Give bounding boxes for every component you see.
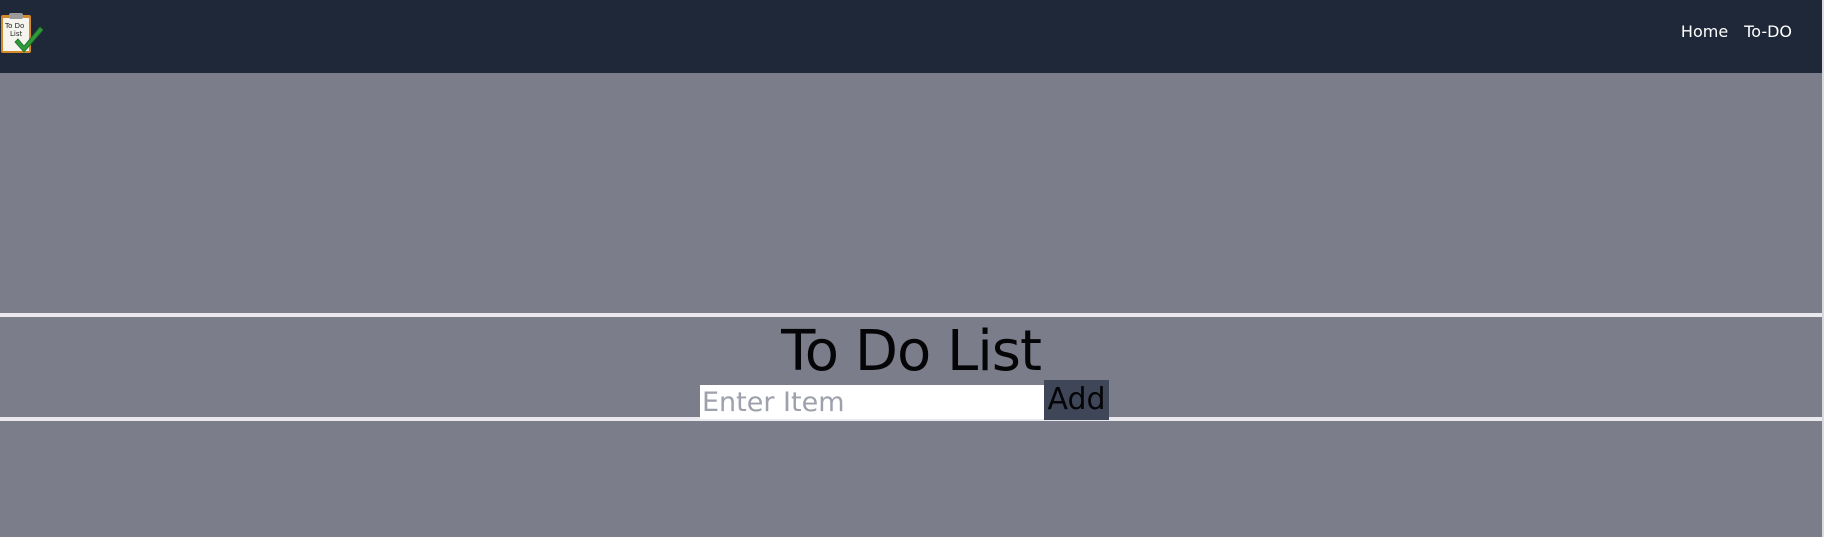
nav-links: Home To-DO (1681, 22, 1792, 41)
logo-text-line1: To Do (4, 22, 24, 30)
add-item-form: Add (700, 380, 1109, 420)
nav-link-todo[interactable]: To-DO (1744, 22, 1792, 41)
logo-text-line2: List (10, 30, 22, 38)
nav-link-home[interactable]: Home (1681, 22, 1728, 41)
add-button[interactable]: Add (1044, 380, 1109, 420)
navbar: To Do List Home To-DO (0, 0, 1822, 73)
todo-panel: To Do List Add (0, 313, 1822, 421)
item-input[interactable] (700, 385, 1044, 419)
page-title: To Do List (781, 319, 1042, 384)
todo-clipboard-checkmark-icon[interactable]: To Do List (0, 11, 44, 55)
